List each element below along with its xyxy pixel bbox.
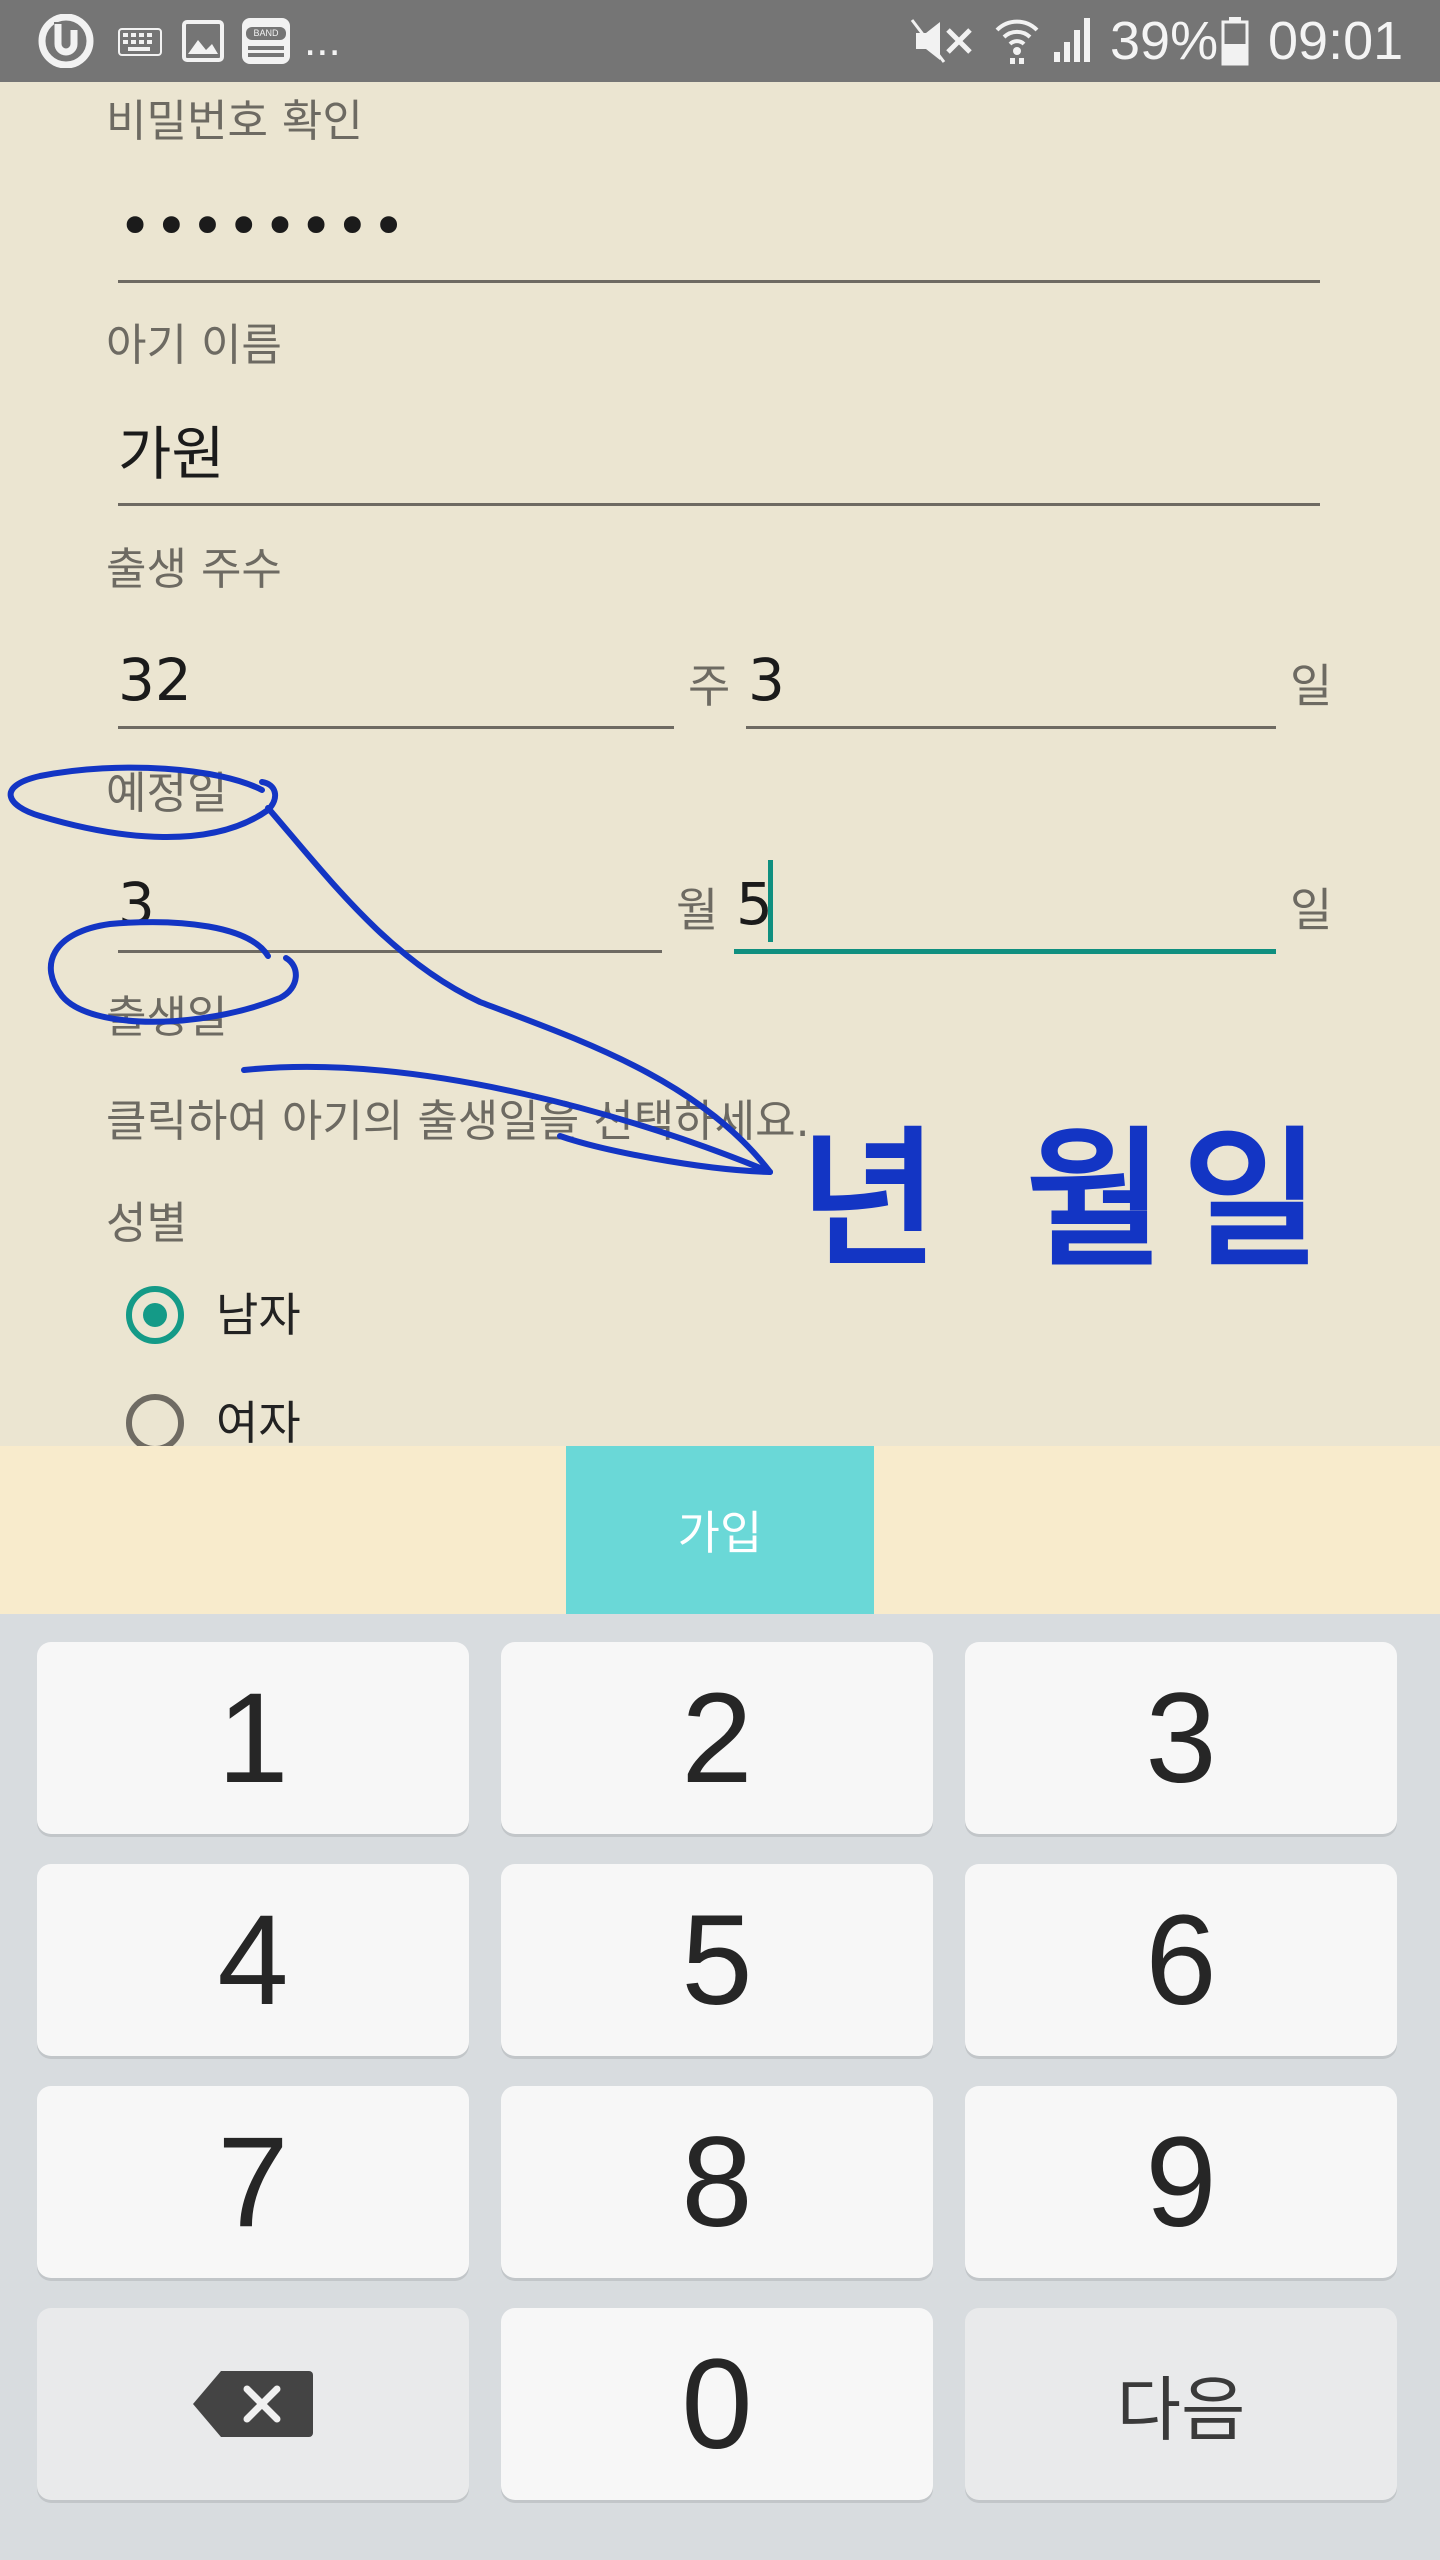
password-confirm-field[interactable]: •••••••• <box>118 190 408 262</box>
gallery-icon <box>182 20 224 62</box>
birth-week-days-field[interactable]: 3 <box>748 644 785 716</box>
birth-week-label: 출생 주수 <box>106 544 282 595</box>
key-9[interactable]: 9 <box>965 2086 1397 2278</box>
annotation-text: 년 월일 <box>800 1114 1338 1288</box>
join-button[interactable]: 가입 <box>566 1446 874 1614</box>
key-5[interactable]: 5 <box>501 1864 933 2056</box>
key-7[interactable]: 7 <box>37 2086 469 2278</box>
more-notifications: ... <box>304 16 341 65</box>
birth-week-weeks-field[interactable]: 32 <box>118 644 192 716</box>
password-confirm-underline <box>118 280 1320 283</box>
keyboard-icon <box>118 28 162 56</box>
status-bar: BAND ... 39% 09:01 <box>0 0 1440 82</box>
key-0[interactable]: 0 <box>501 2308 933 2500</box>
gender-female-label: 여자 <box>216 1396 301 1446</box>
u-logo-icon <box>38 14 94 68</box>
signal-icon <box>1054 18 1090 62</box>
baby-name-label: 아기 이름 <box>106 320 282 371</box>
birth-week-days-underline <box>746 726 1276 729</box>
key-6[interactable]: 6 <box>965 1864 1397 2056</box>
baby-name-underline <box>118 503 1320 506</box>
gender-female-option[interactable]: 여자 <box>126 1390 426 1446</box>
numeric-keyboard: 1 2 3 4 5 6 7 8 9 0 다음 <box>0 1614 1440 2560</box>
radio-unselected-icon[interactable] <box>126 1394 184 1446</box>
key-3[interactable]: 3 <box>965 1642 1397 1834</box>
key-8[interactable]: 8 <box>501 2086 933 2278</box>
next-key-label: 다음 <box>1116 2368 1246 2451</box>
week-day-unit-label: 일 <box>1290 659 1333 713</box>
key-1[interactable]: 1 <box>37 1642 469 1834</box>
clock: 09:01 <box>1268 11 1404 71</box>
mute-icon <box>910 19 972 63</box>
next-key[interactable]: 다음 <box>965 2308 1397 2500</box>
wifi-icon <box>995 19 1039 64</box>
band-icon: BAND <box>242 18 290 64</box>
key-2[interactable]: 2 <box>501 1642 933 1834</box>
password-confirm-label: 비밀번호 확인 <box>106 96 363 147</box>
key-4[interactable]: 4 <box>37 1864 469 2056</box>
battery-icon <box>1221 17 1249 66</box>
handwritten-annotation: 년 월일 <box>7 764 1338 1288</box>
backspace-key[interactable] <box>37 2308 469 2500</box>
week-unit-label: 주 <box>688 659 731 713</box>
backspace-icon <box>193 2371 313 2437</box>
birth-week-weeks-underline <box>118 726 674 729</box>
battery-percent: 39% <box>1110 11 1219 71</box>
baby-name-field[interactable]: 가원 <box>118 418 225 490</box>
band-icon-label: BAND <box>246 27 286 40</box>
